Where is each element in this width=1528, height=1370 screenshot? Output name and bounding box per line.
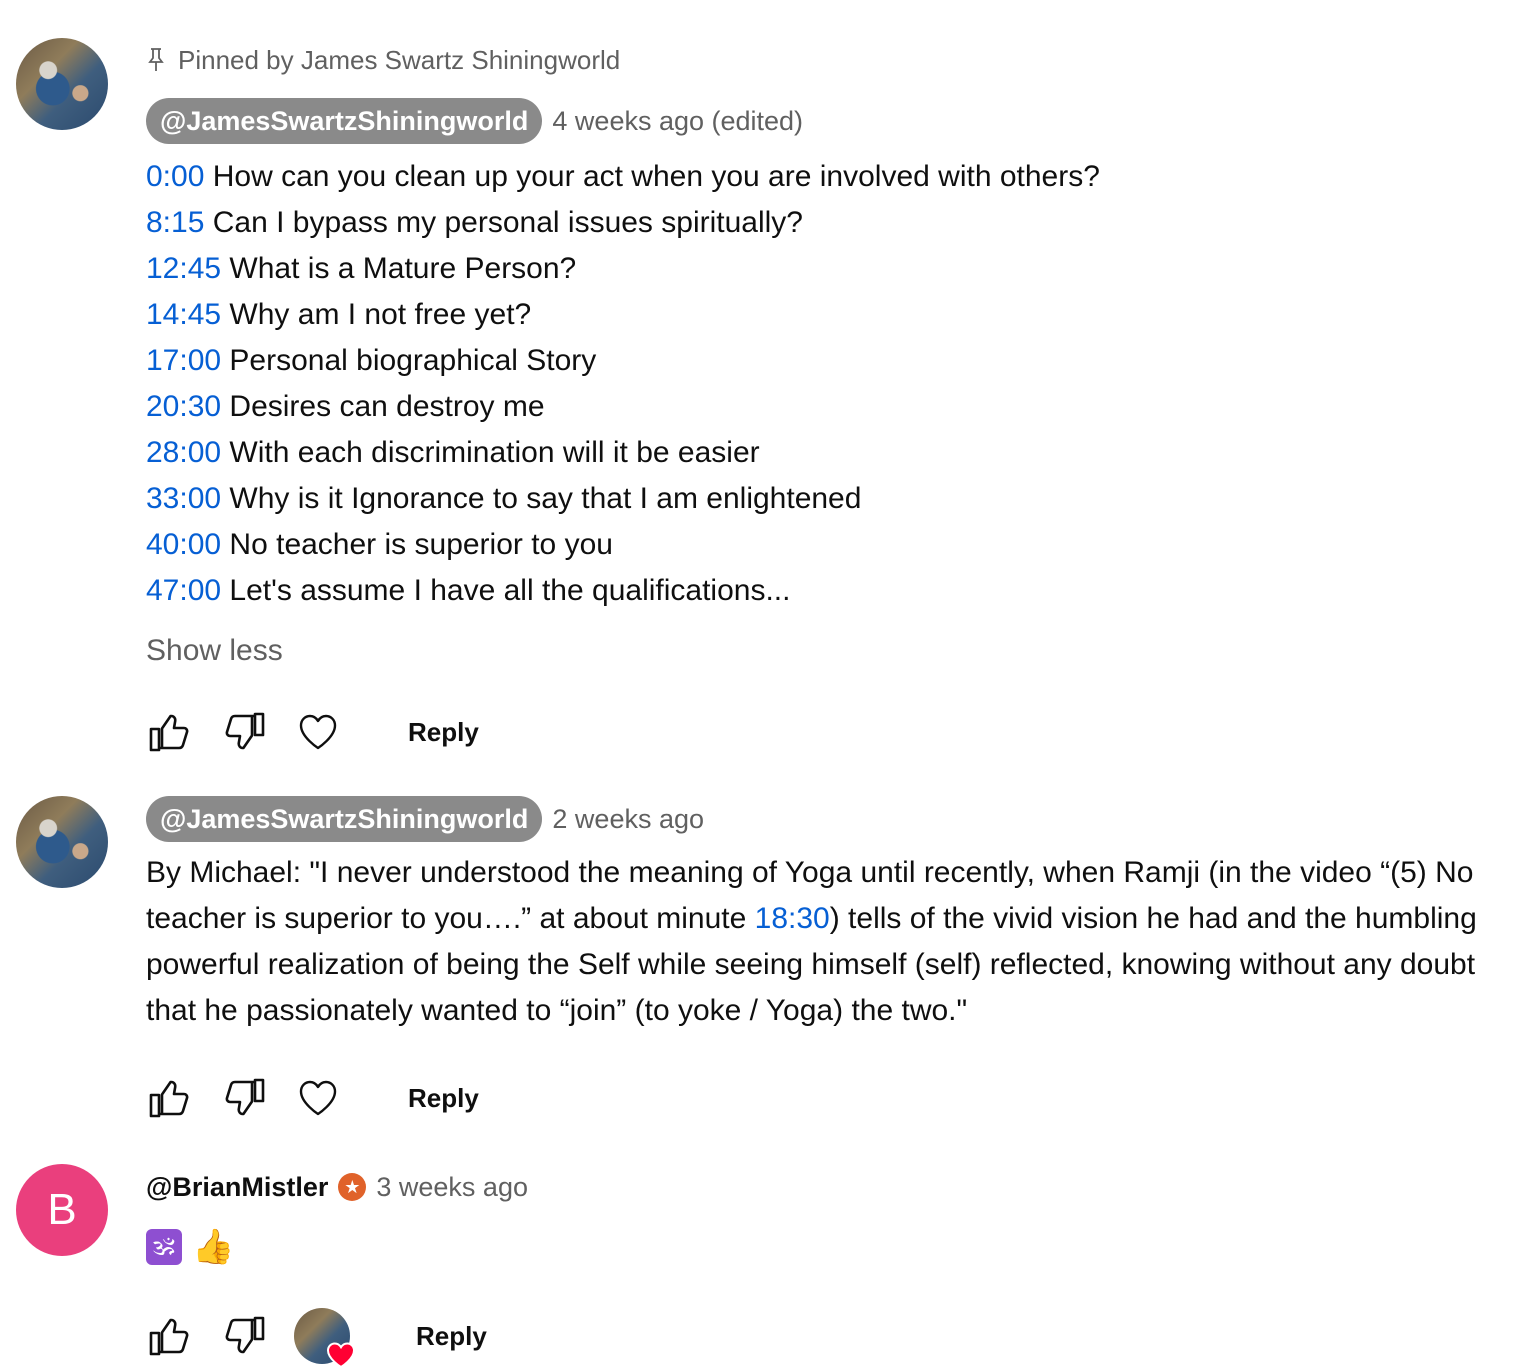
chapter-line: 14:45 Why am I not free yet? [146, 292, 1518, 338]
chapter-line: 0:00 How can you clean up your act when … [146, 154, 1518, 200]
pinned-text: Pinned by James Swartz Shiningworld [178, 44, 621, 75]
comment-actions: Reply [146, 702, 1518, 762]
comment-actions: Reply [146, 1068, 1518, 1128]
chapter-text: Let's assume I have all the qualificatio… [229, 574, 791, 607]
chapter-text: Personal biographical Story [229, 344, 597, 377]
chapter-line: 28:00 With each discrimination will it b… [146, 430, 1518, 476]
timestamp-link[interactable]: 8:15 [146, 206, 204, 239]
timestamp-link[interactable]: 28:00 [146, 436, 221, 469]
author-name[interactable]: @JamesSwartzShiningworld [146, 98, 543, 144]
show-less-button[interactable]: Show less [146, 628, 1518, 674]
thumbs-up-emoji: 👍 [192, 1228, 235, 1267]
comment-body: 🕉 👍 [146, 1222, 1518, 1270]
timestamp-link[interactable]: 14:45 [146, 298, 221, 331]
thumbs-up-icon[interactable] [146, 1074, 194, 1122]
pin-icon [146, 47, 166, 73]
timestamp-link[interactable]: 0:00 [146, 160, 204, 193]
chapter-line: 40:00 No teacher is superior to you [146, 522, 1518, 568]
timestamp-link[interactable]: 40:00 [146, 528, 221, 561]
heart-icon [326, 1342, 356, 1369]
chapter-text: With each discrimination will it be easi… [229, 436, 760, 469]
timestamp-link[interactable]: 18:30 [755, 902, 830, 935]
chapter-text: Can I bypass my personal issues spiritua… [212, 206, 803, 239]
timestamp-link[interactable]: 33:00 [146, 482, 221, 515]
author-name[interactable]: @JamesSwartzShiningworld [146, 796, 543, 842]
chapter-text: What is a Mature Person? [229, 252, 577, 285]
om-emoji: 🕉 [146, 1229, 182, 1266]
chapter-line: 47:00 Let's assume I have all the qualif… [146, 568, 1518, 614]
chapter-text: Desires can destroy me [229, 390, 545, 423]
thumbs-down-icon[interactable] [220, 1312, 268, 1360]
thumbs-up-icon[interactable] [146, 1312, 194, 1360]
timestamp-link[interactable]: 20:30 [146, 390, 221, 423]
comment-time[interactable]: 3 weeks ago [376, 1172, 528, 1203]
reply-button[interactable]: Reply [408, 717, 479, 748]
comment-actions: Reply [146, 1306, 1518, 1369]
timestamp-link[interactable]: 47:00 [146, 574, 221, 607]
chapter-line: 8:15 Can I bypass my personal issues spi… [146, 200, 1518, 246]
comment-time[interactable]: 4 weeks ago (edited) [552, 106, 803, 137]
heart-icon[interactable] [294, 708, 342, 756]
author-name[interactable]: @BrianMistler [146, 1172, 328, 1203]
avatar[interactable] [16, 38, 108, 130]
thumbs-down-icon[interactable] [220, 708, 268, 756]
creator-heart-icon[interactable] [294, 1308, 356, 1369]
avatar[interactable] [16, 796, 108, 888]
pinned-label: Pinned by James Swartz Shiningworld [146, 42, 1518, 78]
star-badge-icon: ★ [338, 1173, 367, 1201]
reply-button[interactable]: Reply [416, 1321, 487, 1352]
chapter-line: 17:00 Personal biographical Story [146, 338, 1518, 384]
comment-time[interactable]: 2 weeks ago [552, 804, 704, 835]
chapter-line: 12:45 What is a Mature Person? [146, 246, 1518, 292]
timestamp-link[interactable]: 17:00 [146, 344, 221, 377]
chapter-line: 33:00 Why is it Ignorance to say that I … [146, 476, 1518, 522]
chapter-text: No teacher is superior to you [229, 528, 613, 561]
thumbs-down-icon[interactable] [220, 1074, 268, 1122]
timestamp-link[interactable]: 12:45 [146, 252, 221, 285]
chapter-text: Why is it Ignorance to say that I am enl… [229, 482, 862, 515]
thumbs-up-icon[interactable] [146, 708, 194, 756]
chapter-text: Why am I not free yet? [229, 298, 532, 331]
reply-button[interactable]: Reply [408, 1083, 479, 1114]
heart-icon[interactable] [294, 1074, 342, 1122]
chapter-line: 20:30 Desires can destroy me [146, 384, 1518, 430]
avatar[interactable]: B [16, 1164, 108, 1256]
chapter-text: How can you clean up your act when you a… [212, 160, 1100, 193]
chapter-list: 0:00 How can you clean up your act when … [146, 154, 1518, 614]
comment-body: By Michael: "I never understood the mean… [146, 850, 1516, 1034]
